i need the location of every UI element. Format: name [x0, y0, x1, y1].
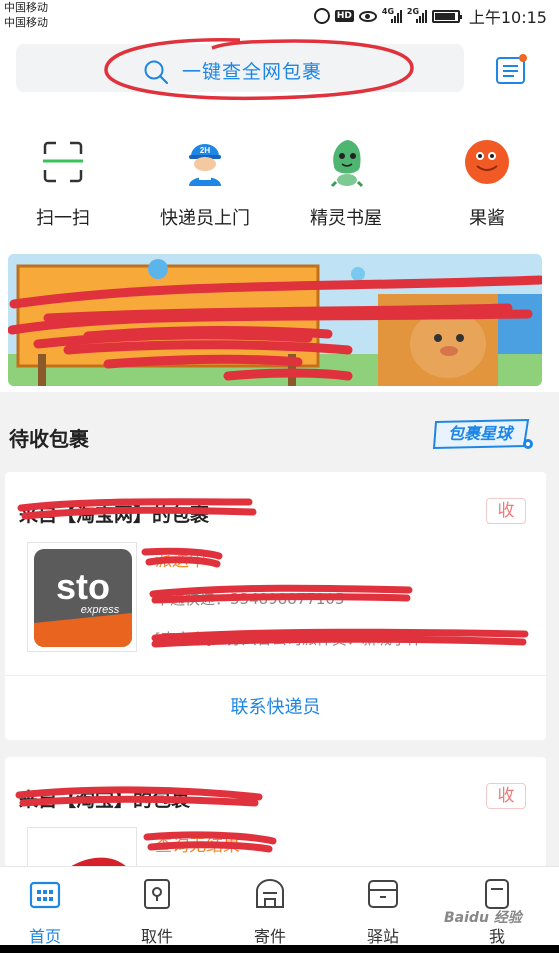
- quick-action-scan[interactable]: 扫一扫: [0, 136, 128, 230]
- watermark: Baidu 经验: [444, 910, 522, 926]
- sto-express-logo: sto express: [27, 542, 137, 652]
- quick-action-label: 扫一扫: [36, 208, 90, 229]
- contact-courier-button[interactable]: 联系快递员: [5, 676, 546, 740]
- carrier-2: 中国移动: [4, 16, 48, 29]
- quick-action-courier[interactable]: 2H 快递员上门: [140, 136, 270, 230]
- bottom-tab-bar: 首页 取件 寄件 驿站 我 Baidu 经验: [0, 866, 559, 947]
- search-icon: [144, 60, 169, 85]
- package-card[interactable]: 来自【淘宝网】的包裹 收 sto express 派送中 申通快递：334898…: [5, 472, 546, 740]
- package-title: 来自【淘宝】的包裹: [19, 789, 191, 811]
- tab-label: 首页: [28, 927, 61, 946]
- battery-icon: [431, 9, 462, 23]
- alarm-icon: [313, 8, 330, 24]
- search-placeholder: 一键查全网包裹: [182, 61, 323, 83]
- signal-icon-2: 2G: [407, 7, 427, 23]
- banner-area: [0, 244, 559, 392]
- svg-text:sto: sto: [56, 566, 110, 607]
- search-bar[interactable]: 一键查全网包裹: [16, 44, 464, 92]
- quick-action-label: 精灵书屋: [310, 208, 382, 229]
- quick-action-label: 快递员上门: [160, 208, 250, 229]
- tab-label: 取件: [140, 927, 173, 946]
- quick-action-label: 果酱: [469, 208, 505, 229]
- tab-label: 驿站: [366, 927, 399, 946]
- location-line: [南京市]江苏六合公司派件员：新城小件: [155, 630, 422, 648]
- signal-icon-1: 4G: [382, 7, 402, 23]
- clock: 上午10:15: [468, 8, 547, 27]
- jam-icon: [465, 140, 509, 184]
- quick-action-jam[interactable]: 果酱: [422, 136, 552, 230]
- message-icon[interactable]: [494, 54, 528, 88]
- package-planet-badge[interactable]: 包裹星球: [432, 416, 536, 452]
- svg-text:express: express: [81, 604, 120, 616]
- tab-pickup[interactable]: 取件: [112, 877, 202, 947]
- send-icon: [256, 879, 284, 908]
- courier-icon: 2H: [189, 144, 221, 186]
- pickup-icon: [144, 879, 170, 909]
- banner-illustration: [8, 254, 542, 386]
- elf-bookhouse-icon: [330, 140, 364, 188]
- svg-text:包裹星球: 包裹星球: [448, 425, 515, 443]
- tracking-line: 申通快递：334898877105: [155, 590, 345, 608]
- svg-text:2H: 2H: [200, 146, 210, 155]
- header: 一键查全网包裹: [0, 32, 559, 120]
- tab-label: 寄件: [253, 927, 286, 946]
- hd-icon: HD: [334, 10, 354, 22]
- package-card[interactable]: 来自【淘宝】的包裹 收 查询无结果: [5, 757, 546, 867]
- pending-packages-title: 待收包裹: [9, 427, 89, 451]
- delivery-status: 派送中: [155, 551, 206, 571]
- profile-icon: [485, 879, 509, 909]
- carrier-logo: [27, 827, 137, 867]
- receive-badge[interactable]: 收: [486, 783, 526, 809]
- status-bar: 中国移动 中国移动 HD 4G 2G 上午10:15: [0, 0, 559, 32]
- home-icon: [29, 881, 61, 909]
- tab-send[interactable]: 寄件: [225, 877, 315, 947]
- quick-actions: 扫一扫 2H 快递员上门 精灵书屋 果酱: [0, 120, 559, 244]
- receive-badge[interactable]: 收: [486, 498, 526, 524]
- quick-action-elf-bookhouse[interactable]: 精灵书屋: [281, 136, 411, 230]
- tab-home[interactable]: 首页: [0, 877, 90, 947]
- station-icon: [368, 880, 398, 908]
- promo-banner[interactable]: [8, 254, 542, 386]
- scan-icon: [43, 141, 83, 183]
- carrier-1: 中国移动: [4, 1, 48, 14]
- system-nav-bar: [0, 945, 559, 953]
- tab-station[interactable]: 驿站: [338, 877, 428, 947]
- eye-comfort-icon: [358, 10, 377, 22]
- package-title: 来自【淘宝网】的包裹: [19, 504, 210, 526]
- delivery-status: 查询无结果: [155, 836, 240, 856]
